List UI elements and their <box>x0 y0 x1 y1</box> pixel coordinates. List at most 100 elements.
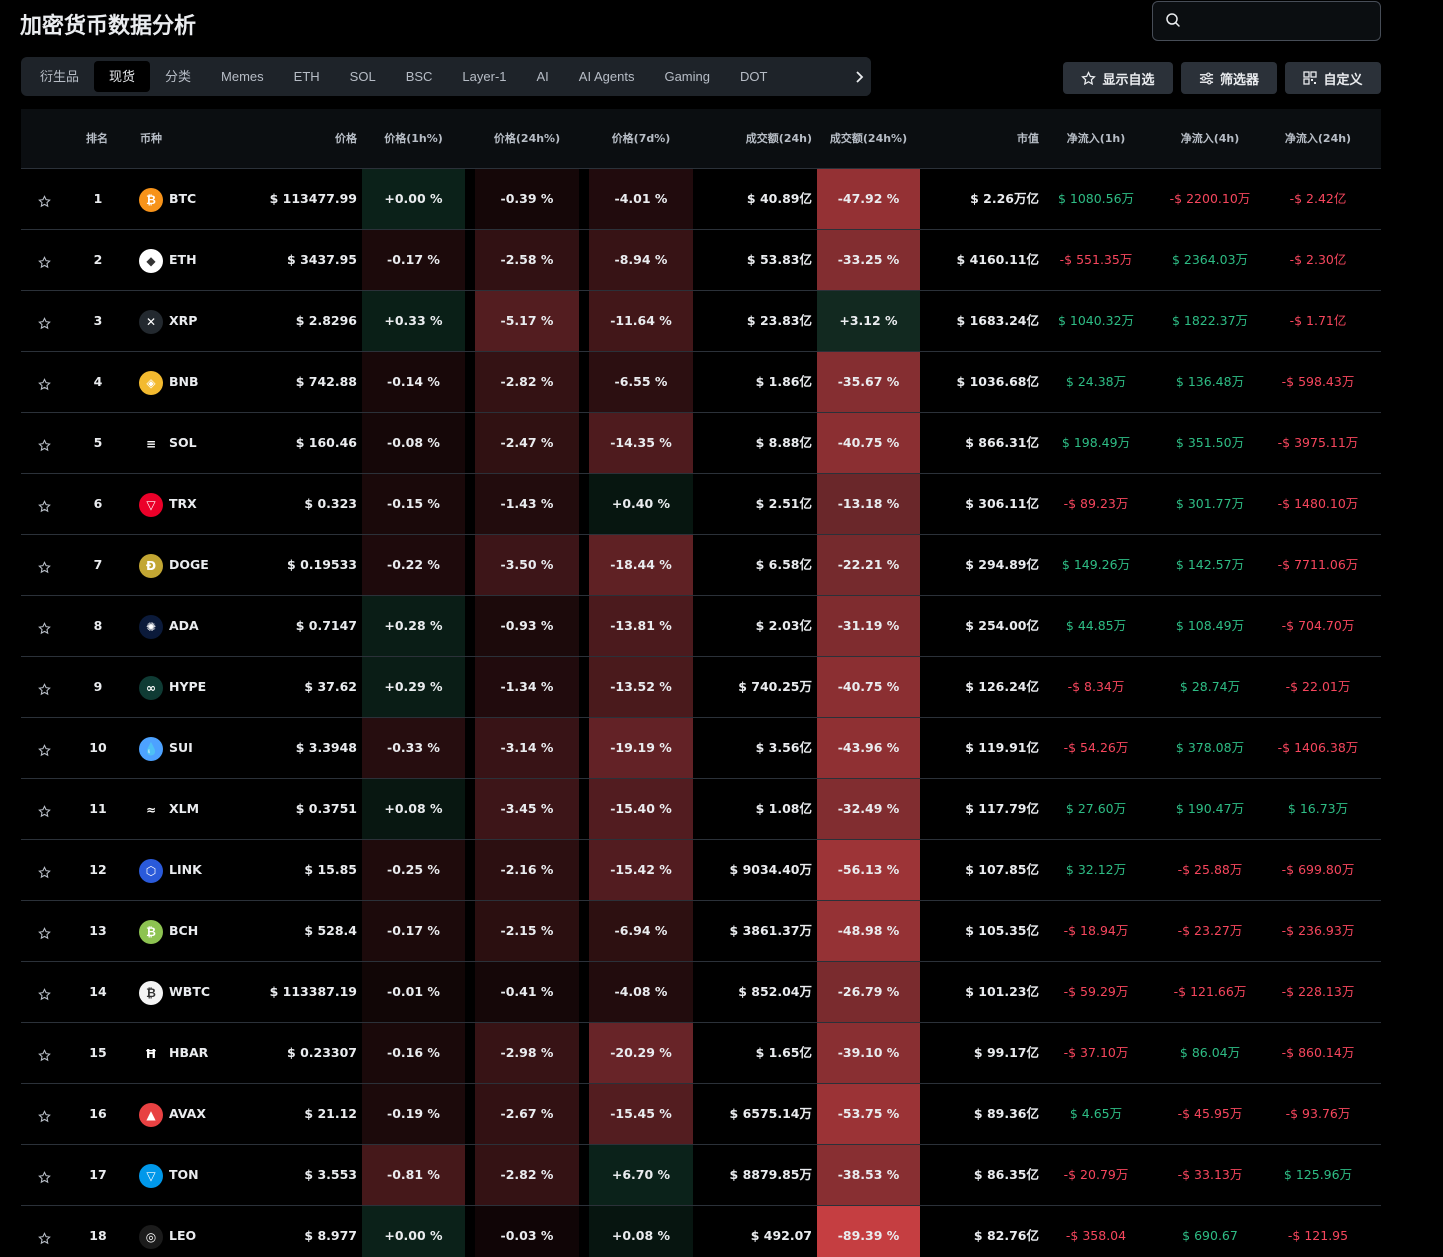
header-rank[interactable]: 排名 <box>86 109 108 169</box>
header-netflow-1h[interactable]: 净流入(1h) <box>1046 109 1146 169</box>
tab-item[interactable]: ETH <box>279 61 335 92</box>
table-row[interactable]: -0.33 % -3.14 % -19.19 % -43.96 % 10 💧 SUI $ 3.… <box>21 718 1381 779</box>
favorite-star-icon[interactable] <box>38 315 51 334</box>
tab-item[interactable]: AI <box>522 61 564 92</box>
header-price-24h[interactable]: 价格(24h%) <box>475 109 579 169</box>
netflow-1h-cell: $ 44.85万 <box>1065 618 1127 633</box>
tab-item[interactable]: 分类 <box>150 61 206 92</box>
customize-button[interactable]: 自定义 <box>1285 62 1381 94</box>
tron-icon: ▽ <box>139 493 163 517</box>
favorite-star-icon[interactable] <box>38 193 51 212</box>
header-netflow-4h[interactable]: 净流入(4h) <box>1160 109 1260 169</box>
filter-button[interactable]: 筛选器 <box>1181 62 1277 94</box>
tab-item[interactable]: AI Agents <box>564 61 650 92</box>
table-row[interactable]: -0.14 % -2.82 % -6.55 % -35.67 % 4 ◈ BNB $ 742.… <box>21 352 1381 413</box>
tab-item[interactable]: Gaming <box>649 61 725 92</box>
table-row[interactable]: -0.17 % -2.58 % -8.94 % -33.25 % 2 ◆ ETH $ 3437… <box>21 230 1381 291</box>
price-24h-cell: -2.98 % <box>475 1023 579 1083</box>
header-price-7d[interactable]: 价格(7d%) <box>589 109 693 169</box>
table-row[interactable]: -0.25 % -2.16 % -15.42 % -56.13 % 12 ⬡ LINK $ 1… <box>21 840 1381 901</box>
market-cap-cell: $ 2.26万亿 <box>970 191 1039 206</box>
header-market-cap[interactable]: 市值 <box>921 109 1039 169</box>
table-row[interactable]: -0.15 % -1.43 % +0.40 % -13.18 % 6 ▽ TRX $ 0.32… <box>21 474 1381 535</box>
table-row[interactable]: +0.28 % -0.93 % -13.81 % -31.19 % 8 ✺ ADA $ 0.7… <box>21 596 1381 657</box>
favorite-star-icon[interactable] <box>38 376 51 395</box>
price-7d-cell: -13.52 % <box>589 657 693 717</box>
netflow-1h-cell: -$ 551.35万 <box>1059 252 1133 267</box>
favorite-star-icon[interactable] <box>38 437 51 456</box>
search-input[interactable] <box>1189 10 1369 32</box>
rank-cell: 11 <box>89 801 107 816</box>
volume-cell: $ 9034.40万 <box>729 862 812 877</box>
table-row[interactable]: +0.00 % -0.03 % +0.08 % -89.39 % 18 ◎ LEO $ 8.9… <box>21 1206 1381 1257</box>
favorite-star-icon[interactable] <box>38 742 51 761</box>
table-row[interactable]: -0.19 % -2.67 % -15.45 % -53.75 % 16 ▲ AVAX $ 2… <box>21 1084 1381 1145</box>
price-7d-cell: +0.08 % <box>589 1206 693 1257</box>
table-row[interactable]: +0.29 % -1.34 % -13.52 % -40.75 % 9 ∞ HYPE $ 37… <box>21 657 1381 718</box>
tab-item[interactable]: BSC <box>391 61 448 92</box>
price-7d-cell: -4.08 % <box>589 962 693 1022</box>
volume-change-cell: -48.98 % <box>817 901 920 961</box>
rank-cell: 14 <box>89 984 107 999</box>
table-row[interactable]: +0.00 % -0.39 % -4.01 % -47.92 % 1 ₿ BTC $ 1134… <box>21 169 1381 230</box>
favorite-star-icon[interactable] <box>38 1169 51 1188</box>
table-row[interactable]: -0.01 % -0.41 % -4.08 % -26.79 % 14 ₿ WBTC $ 11… <box>21 962 1381 1023</box>
volume-change-cell: -47.92 % <box>817 169 920 229</box>
table-row[interactable]: -0.16 % -2.98 % -20.29 % -39.10 % 15 Ħ HBAR $ 0… <box>21 1023 1381 1084</box>
volume-change-cell: -56.13 % <box>817 840 920 900</box>
tab-item[interactable]: 现货 <box>94 61 151 92</box>
volume-cell: $ 1.65亿 <box>755 1045 812 1060</box>
header-price-1h[interactable]: 价格(1h%) <box>362 109 465 169</box>
coin-symbol: LINK <box>169 862 202 877</box>
header-coin[interactable]: 币种 <box>140 109 162 169</box>
tab-item[interactable]: 衍生品 <box>25 61 94 92</box>
netflow-24h-cell: -$ 2.30亿 <box>1289 252 1347 267</box>
favorite-star-icon[interactable] <box>38 803 51 822</box>
favorite-star-icon[interactable] <box>38 925 51 944</box>
volume-cell: $ 53.83亿 <box>746 252 812 267</box>
star-icon <box>1081 70 1097 85</box>
filter-sliders-icon <box>1199 71 1214 85</box>
table-row[interactable]: -0.81 % -2.82 % +6.70 % -38.53 % 17 ▽ TON $ 3.5… <box>21 1145 1381 1206</box>
watchlist-button[interactable]: 显示自选 <box>1063 62 1173 94</box>
price-1h-cell: -0.14 % <box>362 352 465 412</box>
tabs-next-button[interactable] <box>849 57 871 96</box>
table-row[interactable]: -0.22 % -3.50 % -18.44 % -22.21 % 7 Ð DOGE $ 0.… <box>21 535 1381 596</box>
netflow-1h-cell: $ 149.26万 <box>1061 557 1131 572</box>
favorite-star-icon[interactable] <box>38 559 51 578</box>
rank-cell: 8 <box>93 618 103 633</box>
header-netflow-24h[interactable]: 净流入(24h) <box>1268 109 1368 169</box>
volume-change-cell: -13.18 % <box>817 474 920 534</box>
header-volume-change-24h[interactable]: 成交额(24h%) <box>817 109 920 169</box>
header-volume-24h[interactable]: 成交额(24h) <box>701 109 812 169</box>
favorite-star-icon[interactable] <box>38 986 51 1005</box>
favorite-star-icon[interactable] <box>38 1230 51 1249</box>
netflow-4h-cell: -$ 45.95万 <box>1177 1106 1243 1121</box>
tab-item[interactable]: Layer-1 <box>447 61 521 92</box>
header-price[interactable]: 价格 <box>257 109 357 169</box>
favorite-star-icon[interactable] <box>38 1047 51 1066</box>
tab-item[interactable]: SOL <box>335 61 391 92</box>
price-1h-cell: -0.16 % <box>362 1023 465 1083</box>
table-row[interactable]: +0.33 % -5.17 % -11.64 % +3.12 % 3 ✕ XRP $ 2.82… <box>21 291 1381 352</box>
tab-item[interactable]: DOT <box>725 61 782 92</box>
favorite-star-icon[interactable] <box>38 864 51 883</box>
rank-cell: 1 <box>93 191 103 206</box>
price-cell: $ 742.88 <box>295 374 357 389</box>
table-row[interactable]: -0.08 % -2.47 % -14.35 % -40.75 % 5 ≡ SOL $ 160… <box>21 413 1381 474</box>
price-24h-cell: -1.34 % <box>475 657 579 717</box>
favorite-star-icon[interactable] <box>38 681 51 700</box>
favorite-star-icon[interactable] <box>38 620 51 639</box>
favorite-star-icon[interactable] <box>38 1108 51 1127</box>
table-row[interactable]: +0.08 % -3.45 % -15.40 % -32.49 % 11 ≈ XLM $ 0.… <box>21 779 1381 840</box>
netflow-4h-cell: $ 108.49万 <box>1175 618 1245 633</box>
table-row[interactable]: -0.17 % -2.15 % -6.94 % -48.98 % 13 ₿ BCH $ 528… <box>21 901 1381 962</box>
tab-item[interactable]: Memes <box>206 61 279 92</box>
volume-change-cell: -22.21 % <box>817 535 920 595</box>
netflow-1h-cell: -$ 358.04 <box>1065 1228 1127 1243</box>
search-box[interactable] <box>1152 1 1381 41</box>
favorite-star-icon[interactable] <box>38 254 51 273</box>
volume-cell: $ 852.04万 <box>738 984 812 999</box>
favorite-star-icon[interactable] <box>38 498 51 517</box>
price-7d-cell: -18.44 % <box>589 535 693 595</box>
